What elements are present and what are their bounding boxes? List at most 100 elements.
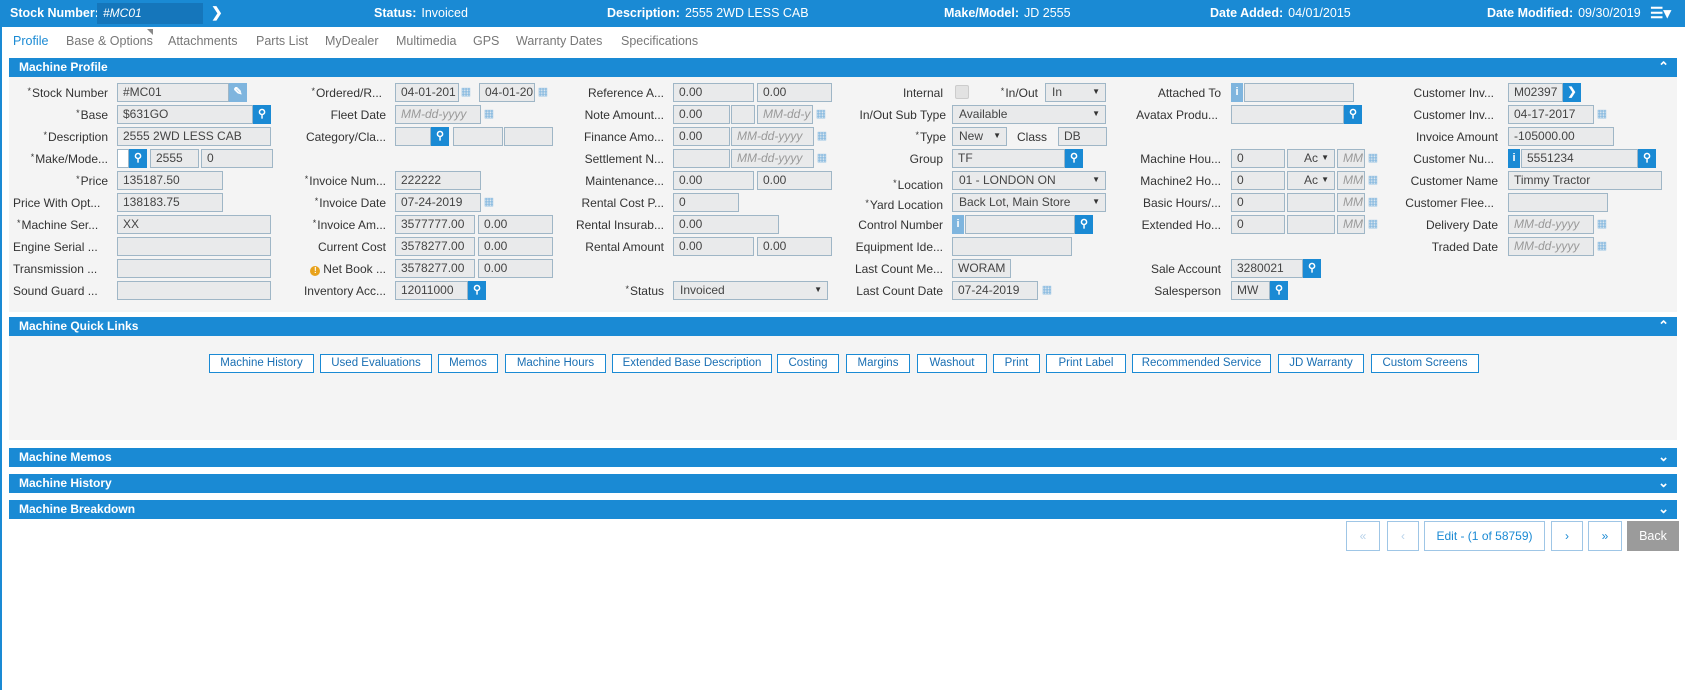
machine2-hours-date-field[interactable]: MM <box>1337 171 1365 190</box>
machine-hours-field[interactable]: 0 <box>1231 149 1285 168</box>
customer-fleet-field[interactable] <box>1508 193 1608 212</box>
stock-number-input[interactable]: #MC01 <box>97 3 203 24</box>
search-icon[interactable]: ⚲ <box>431 127 449 146</box>
tab-attachments[interactable]: Attachments <box>168 34 237 48</box>
tab-warranty-dates[interactable]: Warranty Dates <box>516 34 602 48</box>
delivery-date-field[interactable]: MM-dd-yyyy <box>1508 215 1594 234</box>
inventory-account-field[interactable]: 12011000 <box>395 281 468 300</box>
location-select[interactable]: 01 - LONDON ON <box>952 171 1106 190</box>
chevron-up-icon[interactable]: ⌃ <box>1658 318 1669 334</box>
category-field[interactable] <box>395 127 431 146</box>
calendar-icon[interactable]: ▦ <box>1595 106 1609 122</box>
group-field[interactable]: TF <box>952 149 1065 168</box>
customer-invoice-field[interactable]: M02397 <box>1508 83 1563 102</box>
sale-account-field[interactable]: 3280021 <box>1231 259 1303 278</box>
extended-hours-date-field[interactable]: MM <box>1337 215 1365 234</box>
invoice-date-field[interactable]: 07-24-2019 <box>395 193 481 212</box>
custom-screens-link-button[interactable]: Custom Screens <box>1371 354 1479 373</box>
machine2-hours-type-select[interactable]: Ac <box>1287 171 1335 190</box>
info-icon[interactable]: i <box>1508 149 1520 168</box>
salesperson-field[interactable]: MW <box>1231 281 1270 300</box>
search-icon[interactable]: ⚲ <box>1075 215 1093 234</box>
basic-hours-type-field[interactable] <box>1287 193 1335 212</box>
search-icon[interactable]: ⚲ <box>1303 259 1321 278</box>
calendar-icon[interactable]: ▦ <box>459 84 473 100</box>
chevron-right-icon[interactable]: ❯ <box>1563 83 1581 102</box>
note-date-field[interactable]: MM-dd-y <box>757 105 813 124</box>
last-count-date-field[interactable]: 07-24-2019 <box>952 281 1038 300</box>
calendar-icon[interactable]: ▦ <box>814 106 828 122</box>
calendar-icon[interactable]: ▦ <box>1366 216 1380 232</box>
traded-date-field[interactable]: MM-dd-yyyy <box>1508 237 1594 256</box>
machine-hours-date-field[interactable]: MM <box>1337 149 1365 168</box>
net-book-2-field[interactable]: 0.00 <box>478 259 553 278</box>
chevron-down-icon[interactable]: ⌄ <box>1658 501 1669 517</box>
tab-profile[interactable]: Profile <box>13 34 48 48</box>
back-button[interactable]: Back <box>1627 521 1679 551</box>
search-icon[interactable]: ⚲ <box>1344 105 1362 124</box>
internal-checkbox[interactable] <box>955 85 969 99</box>
hamburger-menu-icon[interactable]: ☰▾ <box>1650 4 1671 22</box>
note-amount-field[interactable]: 0.00 <box>673 105 730 124</box>
tab-specifications[interactable]: Specifications <box>621 34 698 48</box>
basic-hours-field[interactable]: 0 <box>1231 193 1285 212</box>
memos-link-button[interactable]: Memos <box>438 354 498 373</box>
current-cost-2-field[interactable]: 0.00 <box>478 237 553 256</box>
calendar-icon[interactable]: ▦ <box>1366 172 1380 188</box>
machine2-hours-field[interactable]: 0 <box>1231 171 1285 190</box>
model-option-field[interactable]: 0 <box>201 149 273 168</box>
note-rate-field[interactable] <box>731 105 755 124</box>
info-icon[interactable]: i <box>1231 83 1243 102</box>
extended-hours-type-field[interactable] <box>1287 215 1335 234</box>
subclass-field[interactable] <box>504 127 553 146</box>
search-icon[interactable]: ⚲ <box>468 281 486 300</box>
last-count-me-field[interactable]: WORAM <box>952 259 1011 278</box>
net-book-field[interactable]: 3578277.00 <box>395 259 475 278</box>
prev-page-button[interactable]: ‹ <box>1387 521 1419 551</box>
search-icon[interactable]: ⚲ <box>253 105 271 124</box>
machine-hours-link-button[interactable]: Machine Hours <box>505 354 606 373</box>
yard-location-select[interactable]: Back Lot, Main Store <box>952 193 1106 212</box>
price-field[interactable]: 135187.50 <box>117 171 223 190</box>
calendar-icon[interactable]: ▦ <box>1595 216 1609 232</box>
invoice-amount-2-field[interactable]: 0.00 <box>478 215 553 234</box>
equipment-id-field[interactable] <box>952 237 1072 256</box>
jd-warranty-link-button[interactable]: JD Warranty <box>1278 354 1364 373</box>
chevron-right-icon[interactable]: ❯ <box>211 4 223 21</box>
rental-insurable-field[interactable]: 0.00 <box>673 215 779 234</box>
extended-base-description-link-button[interactable]: Extended Base Description <box>612 354 772 373</box>
last-page-button[interactable]: » <box>1588 521 1622 551</box>
make-field[interactable] <box>117 149 129 168</box>
sound-guard-field[interactable] <box>117 281 271 300</box>
finance-date-field[interactable]: MM-dd-yyyy <box>731 127 814 146</box>
customer-number-field[interactable]: 5551234 <box>1521 149 1638 168</box>
reference-2-field[interactable]: 0.00 <box>757 83 832 102</box>
base-field[interactable]: $631GO <box>117 105 253 124</box>
calendar-icon[interactable]: ▦ <box>1595 238 1609 254</box>
next-page-button[interactable]: › <box>1551 521 1583 551</box>
status-select[interactable]: Invoiced <box>673 281 828 300</box>
invoice-amount-cust-field[interactable]: -105000.00 <box>1508 127 1614 146</box>
class-value-field[interactable]: DB <box>1058 127 1107 146</box>
tab-mydealer[interactable]: MyDealer <box>325 34 379 48</box>
calendar-icon[interactable]: ▦ <box>815 128 829 144</box>
class-field[interactable] <box>453 127 503 146</box>
attached-to-field[interactable] <box>1244 83 1354 102</box>
price-with-options-field[interactable]: 138183.75 <box>117 193 223 212</box>
machine-memos-header[interactable]: Machine Memos ⌄ <box>9 448 1677 467</box>
settlement-field[interactable] <box>673 149 730 168</box>
reference-field[interactable]: 0.00 <box>673 83 754 102</box>
used-evaluations-link-button[interactable]: Used Evaluations <box>320 354 432 373</box>
received-date-field[interactable]: 04-01-20 <box>479 83 535 102</box>
chevron-down-icon[interactable]: ⌄ <box>1658 449 1669 465</box>
pencil-icon[interactable]: ✎ <box>229 83 247 102</box>
model-field[interactable]: 2555 <box>150 149 199 168</box>
basic-hours-date-field[interactable]: MM <box>1337 193 1365 212</box>
calendar-icon[interactable]: ▦ <box>482 194 496 210</box>
first-page-button[interactable]: « <box>1346 521 1380 551</box>
edit-record-button[interactable]: Edit - (1 of 58759) <box>1424 521 1545 551</box>
costing-link-button[interactable]: Costing <box>777 354 839 373</box>
type-select[interactable]: New <box>952 127 1007 146</box>
tab-multimedia[interactable]: Multimedia <box>396 34 456 48</box>
maintenance-field[interactable]: 0.00 <box>673 171 754 190</box>
